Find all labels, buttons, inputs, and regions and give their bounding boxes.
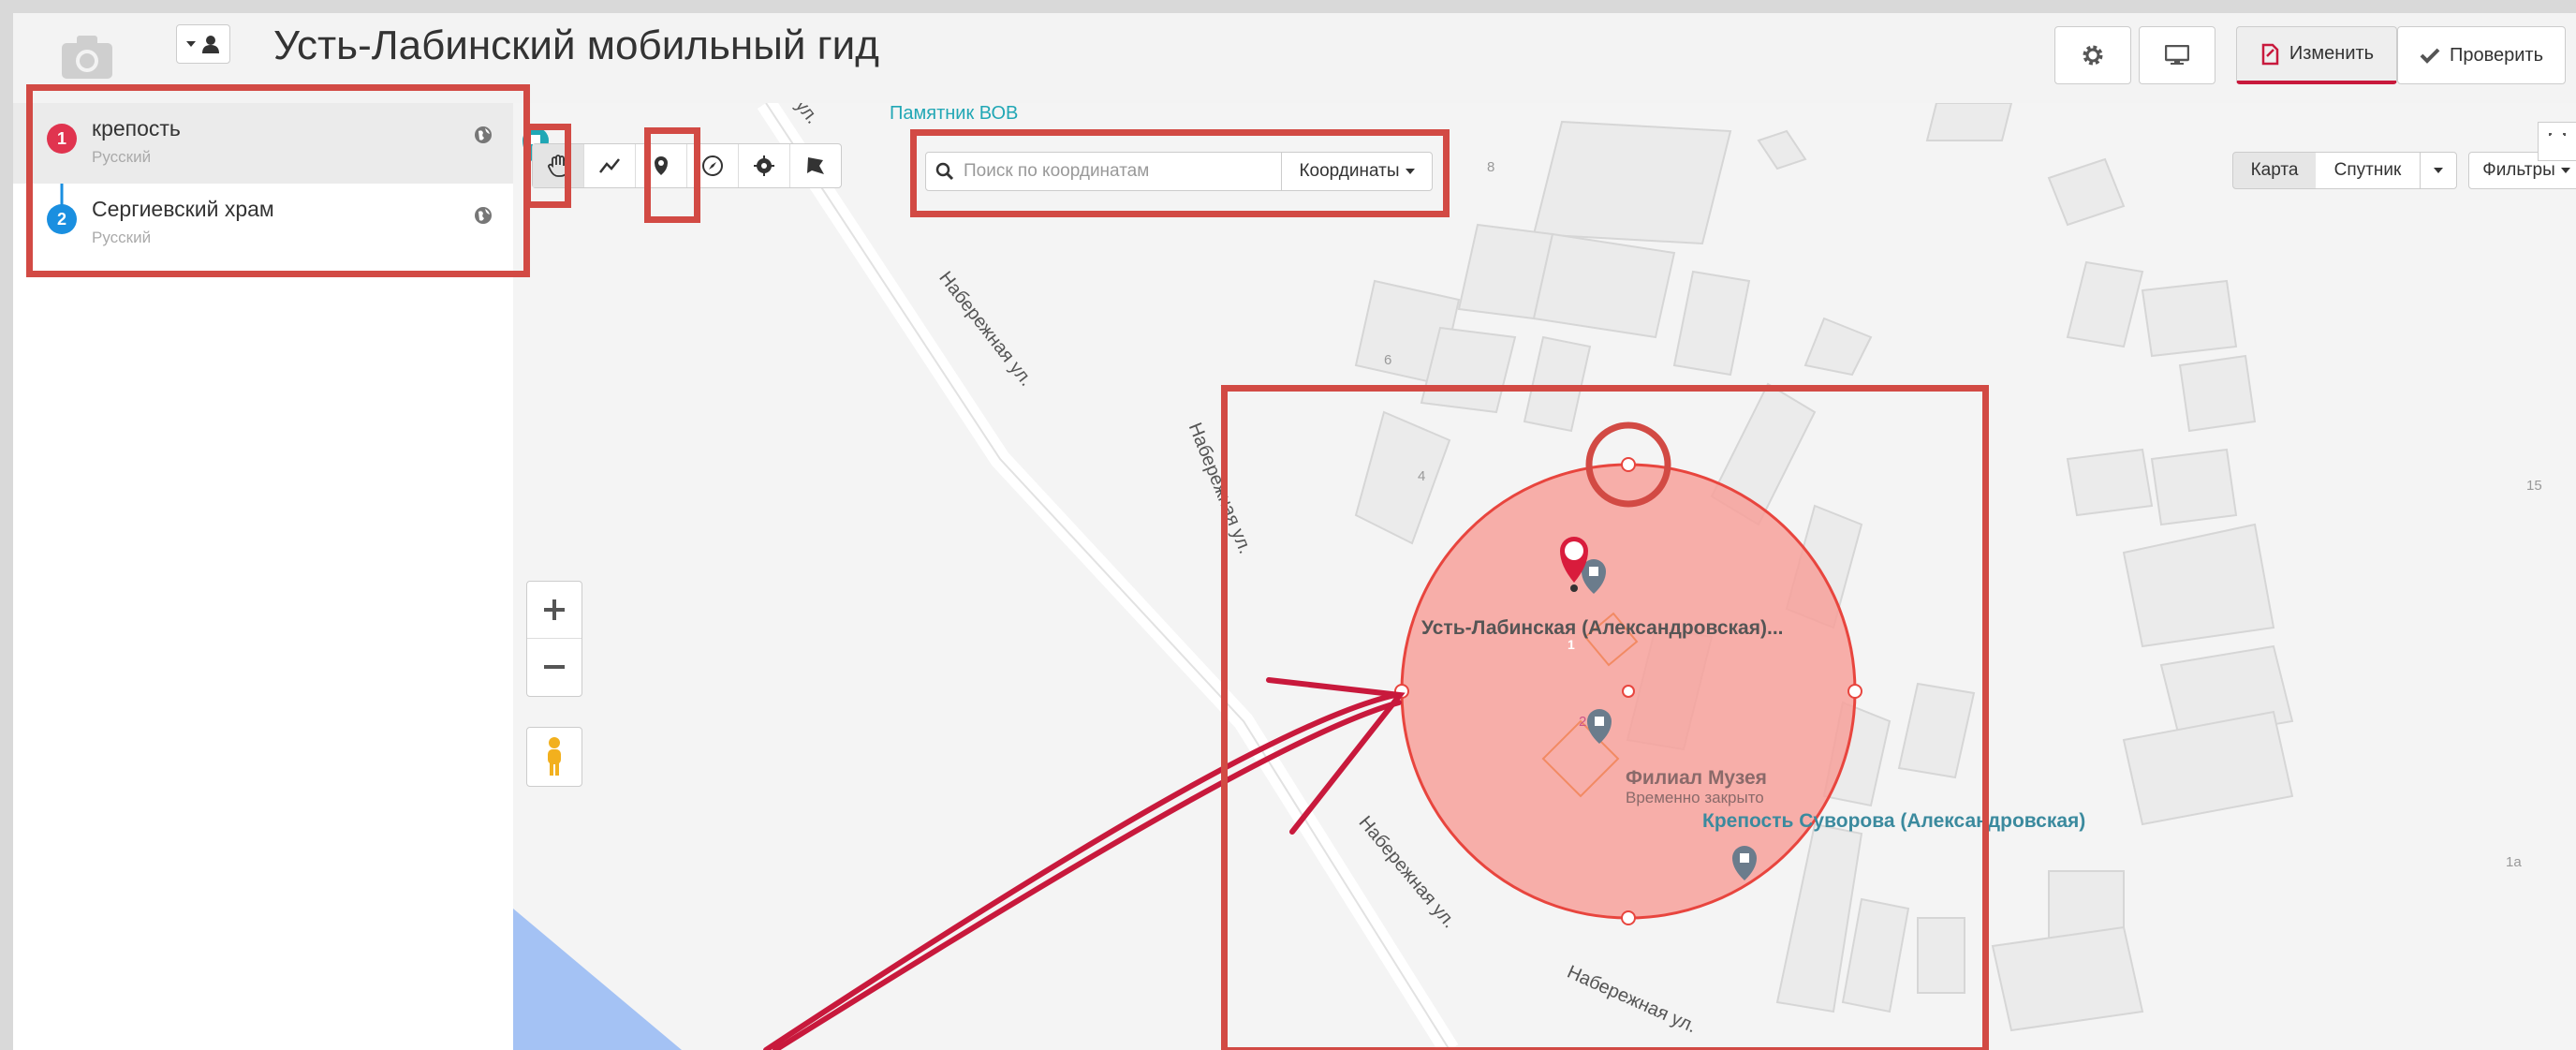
gear-icon <box>2083 45 2103 66</box>
pegman-icon <box>548 737 561 776</box>
caret-down-icon <box>2434 168 2443 173</box>
map-type-map-button[interactable]: Карта <box>2232 152 2317 189</box>
edit-document-icon <box>2261 43 2279 65</box>
circle-tool-button[interactable] <box>739 144 790 187</box>
polygon-icon <box>807 157 824 174</box>
zoom-in-button[interactable] <box>527 582 581 639</box>
map-type-satellite-label: Спутник <box>2333 160 2402 180</box>
house-number: 15 <box>2526 478 2542 494</box>
edit-button[interactable]: Изменить <box>2236 26 2397 84</box>
street-view-pegman[interactable] <box>526 727 582 787</box>
fullscreen-button[interactable] <box>2538 122 2576 161</box>
polyline-icon <box>599 158 620 173</box>
poi-label-memorial[interactable]: Памятник ВОВ <box>890 103 1018 125</box>
annotation-box-marker-tool <box>644 127 700 223</box>
map-type-satellite-button[interactable]: Спутник <box>2316 152 2421 189</box>
map-canvas[interactable]: Набережная ул. Набережная ул. Набережная… <box>513 103 2576 1050</box>
annotation-box-sidebar <box>26 84 530 277</box>
check-button[interactable]: Проверить <box>2397 26 2566 84</box>
settings-button[interactable] <box>2054 26 2131 84</box>
plus-icon <box>544 599 565 620</box>
caret-down-icon <box>186 41 196 47</box>
edit-button-label: Изменить <box>2289 43 2375 64</box>
fullscreen-icon <box>2549 133 2566 136</box>
house-number: 6 <box>1384 352 1392 368</box>
annotation-box-pan-tool <box>524 124 571 208</box>
map-type-map-label: Карта <box>2250 160 2299 180</box>
zoom-control <box>526 581 582 697</box>
monitor-icon <box>2165 45 2189 65</box>
check-button-label: Проверить <box>2449 44 2544 66</box>
annotation-box-radius <box>1221 385 1989 1050</box>
map-type-dropdown-button[interactable] <box>2420 152 2457 189</box>
app-window: Усть-Лабинский мобильный гид Изменить Пр… <box>13 13 2576 1050</box>
minus-icon <box>544 665 565 669</box>
crosshair-icon <box>754 155 774 176</box>
polyline-tool-button[interactable] <box>584 144 636 187</box>
user-dropdown-button[interactable] <box>176 24 230 64</box>
house-number: 8 <box>1487 159 1495 175</box>
camera-icon[interactable] <box>60 32 114 81</box>
annotation-box-search <box>910 129 1450 217</box>
page-title: Усть-Лабинский мобильный гид <box>273 22 879 68</box>
preview-button[interactable] <box>2139 26 2215 84</box>
compass-icon <box>702 155 723 176</box>
zoom-out-button[interactable] <box>527 639 581 695</box>
river-water <box>513 909 682 1050</box>
polygon-tool-button[interactable] <box>790 144 841 187</box>
checkmark-icon <box>2420 48 2440 64</box>
caret-down-icon <box>2560 168 2570 173</box>
house-number: 1а <box>2506 854 2522 870</box>
filters-label: Фильтры <box>2482 160 2555 180</box>
user-icon <box>202 36 219 53</box>
